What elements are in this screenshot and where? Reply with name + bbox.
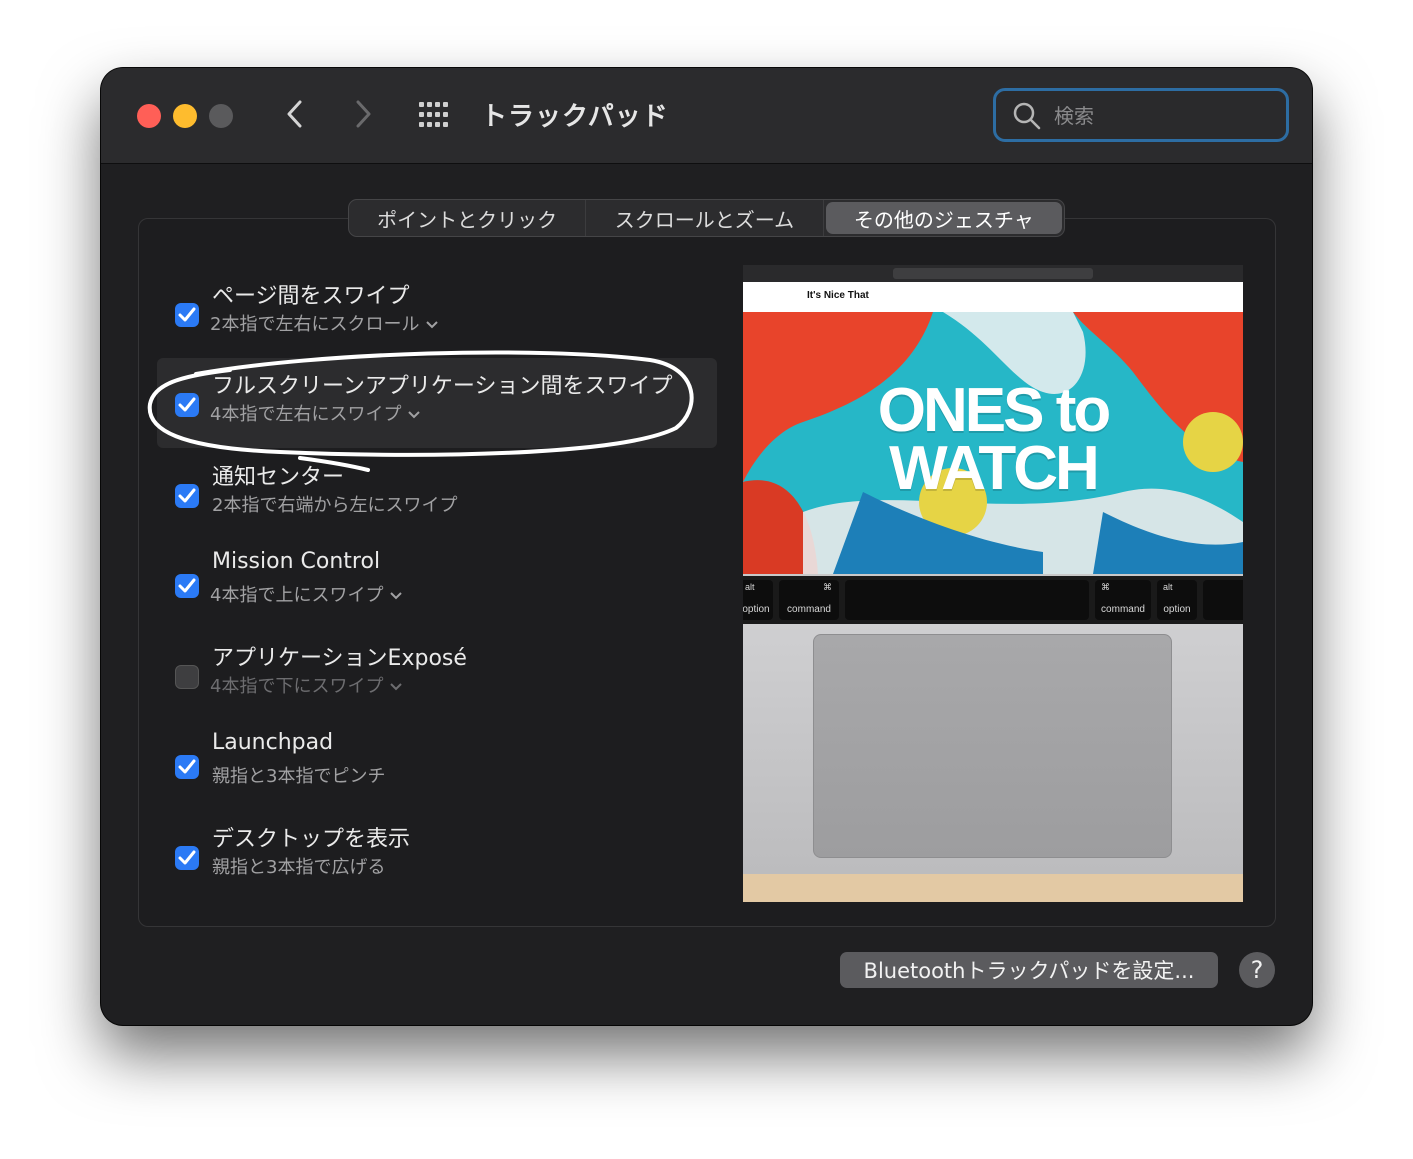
swipe-fullscreen-checkbox[interactable] bbox=[175, 393, 199, 417]
option-description: 2本指で右端から左にスワイプ bbox=[212, 495, 458, 516]
search-input[interactable] bbox=[1052, 99, 1276, 133]
option-label: デスクトップを表示 bbox=[212, 827, 411, 852]
gesture-popup[interactable]: 2本指で左右にスクロール bbox=[210, 310, 439, 336]
option-mission-control: Mission Control 4本指で上にスワイプ bbox=[157, 539, 717, 629]
app-expose-checkbox[interactable] bbox=[175, 665, 199, 689]
option-label: 通知センター bbox=[212, 465, 345, 490]
checkmark-icon bbox=[178, 759, 196, 774]
keyboard-row: alt option ⌘ command ⌘ command alt optio… bbox=[743, 576, 1243, 624]
key-space bbox=[845, 580, 1089, 620]
key-option-left: alt option bbox=[743, 580, 773, 620]
option-app-expose: アプリケーションExposé 4本指で下にスワイプ bbox=[157, 630, 717, 720]
option-description: 親指と3本指で広げる bbox=[212, 857, 386, 878]
checkmark-icon bbox=[178, 578, 196, 593]
chevron-down-icon bbox=[426, 321, 439, 329]
option-notification-center: 通知センター 2本指で右端から左にスワイプ bbox=[157, 449, 717, 539]
chevron-left-icon bbox=[287, 100, 302, 128]
headline-line-2: WATCH bbox=[889, 434, 1100, 503]
checkmark-icon bbox=[178, 307, 196, 322]
minimize-button[interactable] bbox=[173, 104, 197, 128]
zoom-button[interactable] bbox=[209, 104, 233, 128]
gesture-popup-label: 4本指で下にスワイプ bbox=[210, 676, 384, 697]
segmented-tabs: ポイントとクリック スクロールとズーム その他のジェスチャ bbox=[348, 199, 1065, 237]
gesture-popup[interactable]: 4本指で左右にスワイプ bbox=[210, 400, 421, 426]
show-all-button[interactable] bbox=[417, 100, 453, 130]
option-label: Launchpad bbox=[212, 730, 334, 755]
key-option-label: option bbox=[743, 604, 770, 615]
search-icon bbox=[1013, 102, 1041, 130]
hero-artwork: ONES to WATCH bbox=[743, 312, 1243, 574]
launchpad-checkbox[interactable] bbox=[175, 755, 199, 779]
swipe-pages-checkbox[interactable] bbox=[175, 303, 199, 327]
checkmark-icon bbox=[178, 850, 196, 865]
show-desktop-checkbox[interactable] bbox=[175, 846, 199, 870]
chevron-down-icon bbox=[390, 592, 403, 600]
tab-point-and-click[interactable]: ポイントとクリック bbox=[349, 200, 587, 236]
desk-surface bbox=[743, 874, 1243, 902]
preferences-window: トラックパッド ポイントとクリック スクロールとズーム その他のジェスチャ ペー… bbox=[101, 68, 1312, 1025]
trackpad-illustration bbox=[813, 634, 1172, 858]
option-description: 親指と3本指でピンチ bbox=[212, 766, 386, 787]
preview-headline: ONES to WATCH bbox=[813, 376, 1173, 503]
help-button[interactable]: ? bbox=[1239, 952, 1275, 988]
mission-control-checkbox[interactable] bbox=[175, 574, 199, 598]
key-arrow-left bbox=[1203, 580, 1243, 620]
site-header: It's Nice That bbox=[743, 282, 1243, 312]
key-option-label: option bbox=[1163, 604, 1191, 615]
browser-toolbar bbox=[743, 265, 1243, 282]
key-command-left: ⌘ command bbox=[779, 580, 839, 620]
key-alt-label: alt bbox=[1163, 582, 1173, 592]
headline-line-1: ONES to bbox=[877, 376, 1111, 445]
search-field[interactable] bbox=[993, 88, 1289, 142]
gesture-popup[interactable]: 4本指で上にスワイプ bbox=[210, 581, 403, 607]
grid-icon bbox=[419, 102, 448, 127]
tab-more-gestures[interactable]: その他のジェスチャ bbox=[825, 202, 1062, 234]
site-logo: It's Nice That bbox=[807, 290, 869, 301]
key-alt-label: alt bbox=[745, 582, 755, 592]
chevron-down-icon bbox=[408, 411, 421, 419]
titlebar: トラックパッド bbox=[101, 68, 1312, 164]
option-swipe-between-pages: ページ間をスワイプ 2本指で左右にスクロール bbox=[157, 268, 717, 358]
gesture-preview-video: It's Nice That ONES to WATCH alt option … bbox=[743, 265, 1243, 902]
back-button[interactable] bbox=[275, 94, 315, 134]
notification-center-checkbox[interactable] bbox=[175, 484, 199, 508]
command-symbol: ⌘ bbox=[823, 582, 832, 592]
gesture-popup-label: 4本指で左右にスワイプ bbox=[210, 404, 402, 425]
gesture-popup[interactable]: 4本指で下にスワイプ bbox=[210, 672, 403, 698]
setup-bluetooth-trackpad-button[interactable]: Bluetoothトラックパッドを設定... bbox=[840, 952, 1218, 988]
command-symbol: ⌘ bbox=[1101, 582, 1110, 592]
option-swipe-between-fullscreen-apps: フルスクリーンアプリケーション間をスワイプ 4本指で左右にスワイプ bbox=[157, 358, 717, 448]
key-command-label: command bbox=[1101, 604, 1145, 615]
window-title: トラックパッド bbox=[481, 102, 669, 132]
key-option-right: alt option bbox=[1157, 580, 1197, 620]
option-label: アプリケーションExposé bbox=[212, 646, 467, 671]
url-bar bbox=[893, 268, 1093, 279]
close-button[interactable] bbox=[137, 104, 161, 128]
chevron-right-icon bbox=[356, 100, 371, 128]
key-command-label: command bbox=[787, 604, 831, 615]
option-label: Mission Control bbox=[212, 549, 381, 574]
option-label: ページ間をスワイプ bbox=[212, 284, 410, 309]
chevron-down-icon bbox=[390, 683, 403, 691]
gesture-popup-label: 4本指で上にスワイプ bbox=[210, 585, 384, 606]
gesture-popup-label: 2本指で左右にスクロール bbox=[210, 314, 420, 335]
key-command-right: ⌘ command bbox=[1095, 580, 1151, 620]
tab-scroll-and-zoom[interactable]: スクロールとズーム bbox=[586, 200, 824, 236]
checkmark-icon bbox=[178, 488, 196, 503]
option-launchpad: Launchpad 親指と3本指でピンチ bbox=[157, 720, 717, 810]
forward-button[interactable] bbox=[343, 94, 383, 134]
option-label: フルスクリーンアプリケーション間をスワイプ bbox=[212, 374, 673, 399]
checkmark-icon bbox=[178, 397, 196, 412]
option-show-desktop: デスクトップを表示 親指と3本指で広げる bbox=[157, 811, 717, 901]
laptop-body bbox=[743, 624, 1243, 874]
